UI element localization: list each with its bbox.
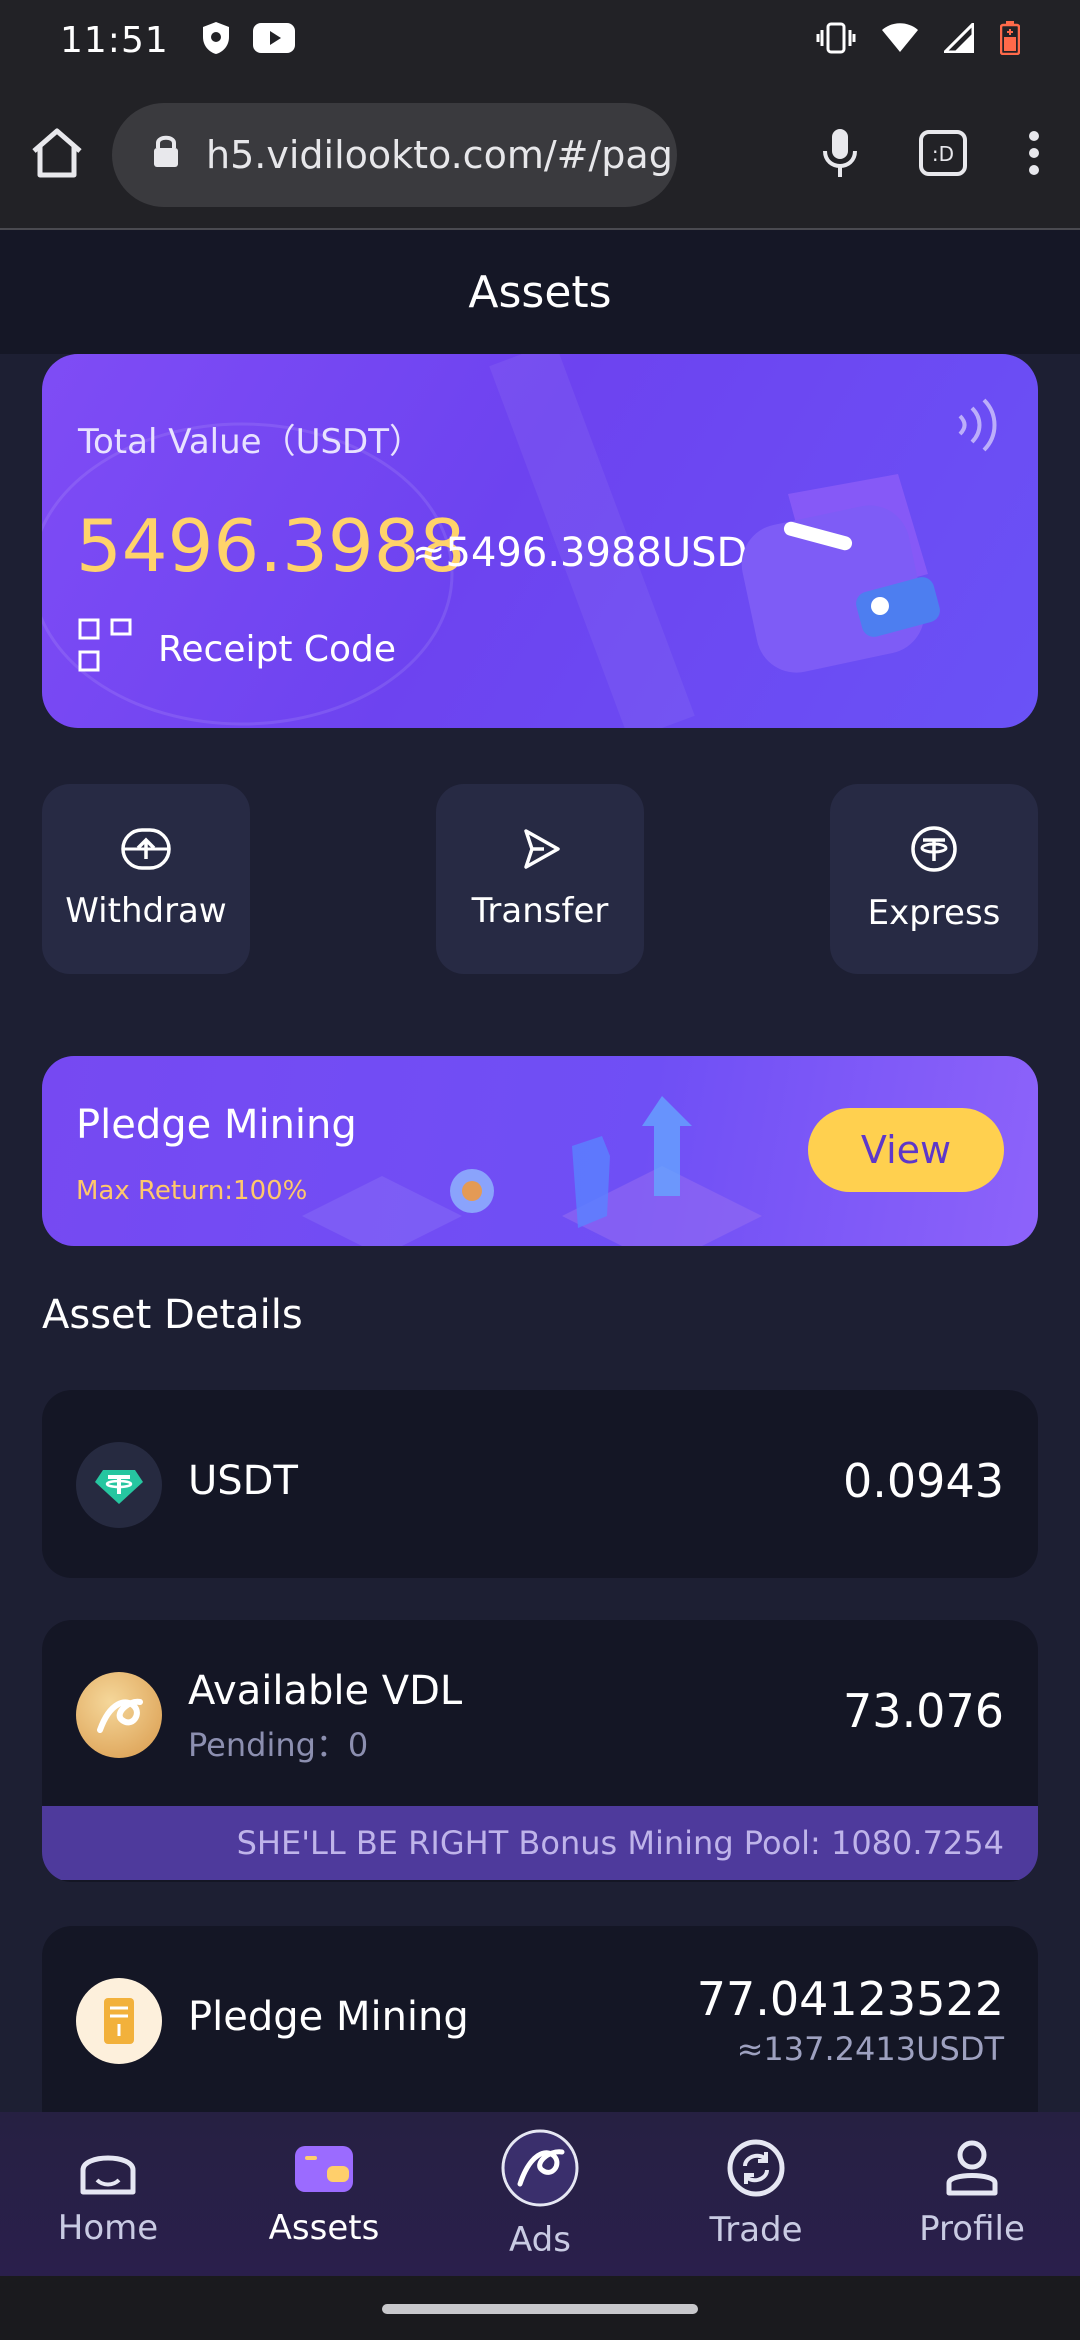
receipt-code-button[interactable]: Receipt Code <box>78 618 396 681</box>
wifi-icon <box>882 23 918 57</box>
microphone-icon[interactable] <box>822 127 858 183</box>
transfer-icon <box>518 827 562 875</box>
browser-toolbar: h5.vidilookto.com/#/pag :D <box>0 80 1080 230</box>
page-title: Assets <box>0 230 1080 354</box>
home-gesture-handle[interactable] <box>382 2304 698 2314</box>
tab-label: Ads <box>509 2220 571 2260</box>
banner-title: Pledge Mining <box>76 1102 357 1148</box>
express-label: Express <box>867 893 1001 933</box>
wallet-icon <box>293 2140 355 2200</box>
system-nav-bar <box>0 2276 1080 2340</box>
svg-text::D: :D <box>932 142 954 166</box>
asset-value: 0.0943 <box>843 1454 1004 1508</box>
tab-assets[interactable]: Assets <box>216 2112 432 2276</box>
refresh-icon <box>725 2138 787 2202</box>
pending-amount: Pending：0 <box>188 1726 369 1764</box>
asset-name: Available VDL <box>188 1668 463 1714</box>
vdl-coin-icon <box>76 1672 162 1758</box>
transfer-button[interactable]: Transfer <box>436 784 644 974</box>
asset-name: USDT <box>188 1458 298 1504</box>
asset-name: Pledge Mining <box>188 1994 469 2040</box>
tab-profile[interactable]: Profile <box>864 2112 1080 2276</box>
vibrate-icon <box>816 22 856 58</box>
withdraw-icon <box>120 827 172 875</box>
pledge-mining-banner[interactable]: Pledge Mining Max Return:100% View <box>42 1056 1038 1246</box>
tab-label: Profile <box>919 2209 1025 2249</box>
status-time: 11:51 <box>60 19 169 61</box>
asset-row-vdl[interactable]: Available VDL Pending：0 73.076 SHE'LL BE… <box>42 1620 1038 1882</box>
tab-label: Trade <box>709 2210 803 2250</box>
express-button[interactable]: Express <box>830 784 1038 974</box>
total-value-amount: 5496.3988 <box>76 504 466 588</box>
asset-value: 73.076 <box>843 1684 1004 1738</box>
total-value-label: Total Value（USDT） <box>78 422 423 462</box>
nfc-icon <box>952 394 1002 458</box>
more-menu-icon[interactable] <box>1028 130 1040 180</box>
tab-label: Assets <box>268 2208 380 2248</box>
section-title: Asset Details <box>42 1292 303 1338</box>
asset-value: 77.04123522 <box>696 1972 1004 2026</box>
shield-icon <box>201 21 231 59</box>
tab-label: Home <box>57 2208 159 2248</box>
qr-code-icon <box>78 618 132 681</box>
tab-home[interactable]: Home <box>0 2112 216 2276</box>
person-icon <box>943 2139 1001 2201</box>
wallet-illustration-icon <box>728 454 948 688</box>
bonus-pool-text: SHE'LL BE RIGHT Bonus Mining Pool: 1080.… <box>236 1824 1004 1862</box>
home-icon <box>77 2140 139 2200</box>
bottom-tab-bar: Home Assets Ads Trade Profile <box>0 2112 1080 2276</box>
pledge-mining-icon <box>76 1978 162 2064</box>
youtube-icon <box>252 23 295 57</box>
tab-trade[interactable]: Trade <box>648 2112 864 2276</box>
banner-subtitle: Max Return:100% <box>76 1176 308 1206</box>
withdraw-button[interactable]: Withdraw <box>42 784 250 974</box>
total-value-card: Total Value（USDT） 5496.3988 ≈5496.3988US… <box>42 354 1038 728</box>
url-bar[interactable]: h5.vidilookto.com/#/pag <box>112 103 677 207</box>
tab-ads[interactable]: Ads <box>432 2112 648 2276</box>
asset-value-usdt: ≈137.2413USDT <box>736 2030 1004 2068</box>
lock-icon <box>152 133 180 177</box>
view-button[interactable]: View <box>808 1108 1004 1192</box>
receipt-code-label: Receipt Code <box>158 629 397 670</box>
tether-icon <box>910 825 958 877</box>
transfer-label: Transfer <box>471 891 609 931</box>
signal-icon <box>941 20 975 57</box>
assets-content[interactable]: Total Value（USDT） 5496.3988 ≈5496.3988US… <box>0 354 1080 2130</box>
ads-logo-icon <box>500 2128 580 2212</box>
asset-row-usdt[interactable]: USDT 0.0943 <box>42 1390 1038 1578</box>
home-browser-icon[interactable] <box>30 127 84 183</box>
asset-row-pledge[interactable]: Pledge Mining 77.04123522 ≈137.2413USDT <box>42 1926 1038 2130</box>
usdt-coin-icon <box>76 1442 162 1528</box>
withdraw-label: Withdraw <box>65 891 227 931</box>
bonus-pool-bar: SHE'LL BE RIGHT Bonus Mining Pool: 1080.… <box>42 1806 1038 1880</box>
status-bar: 11:51 <box>0 0 1080 80</box>
total-value-usd: ≈5496.3988USD <box>412 530 748 576</box>
url-text: h5.vidilookto.com/#/pag <box>206 133 673 177</box>
quick-actions: Withdraw Transfer Express <box>42 784 1038 974</box>
battery-icon <box>999 21 1021 59</box>
tabs-switcher-icon[interactable]: :D <box>918 129 968 181</box>
